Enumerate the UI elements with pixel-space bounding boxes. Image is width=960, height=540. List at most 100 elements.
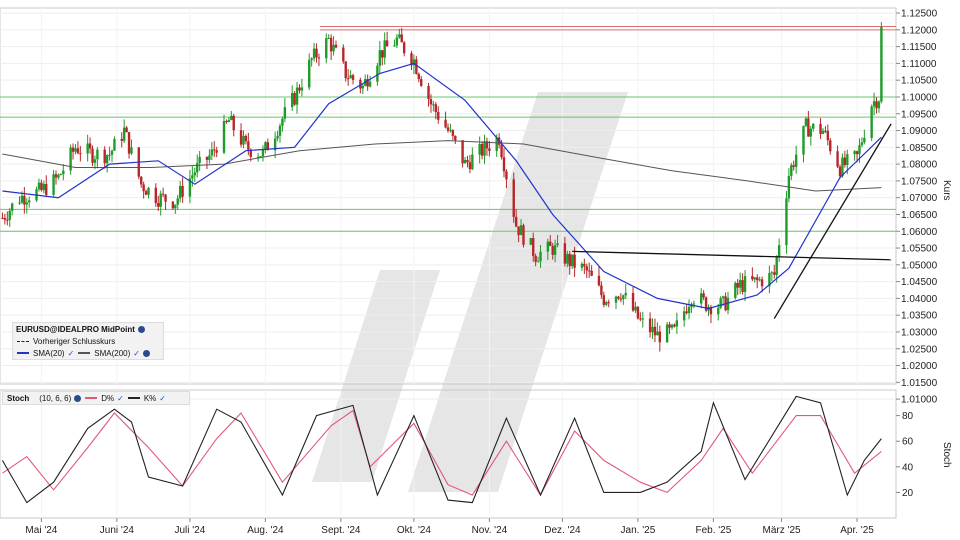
legend-prev-close: Vorheriger Schlusskurs [33, 336, 116, 346]
candle-body [300, 87, 304, 91]
y-tick-label: 1.04500 [901, 277, 938, 288]
trendline [572, 250, 892, 261]
candle-body [278, 125, 282, 136]
x-tick-label: Feb. '25 [695, 525, 731, 536]
candle-body [675, 320, 679, 327]
candle-body [514, 216, 518, 227]
checkmark-icon[interactable]: ✓ [117, 394, 124, 403]
y-tick-label: 1.09500 [901, 109, 938, 120]
candle-body [434, 104, 438, 113]
candle-body [600, 285, 603, 296]
candle-body [875, 101, 878, 109]
candle-body [454, 135, 457, 141]
candle-body [181, 185, 184, 197]
checkmark-icon[interactable]: ✓ [133, 349, 140, 358]
x-tick-label: Dez. '24 [544, 525, 581, 536]
y-tick-label: 1.02000 [901, 361, 938, 372]
candle-body [161, 193, 165, 195]
y-tick-label: 1.06000 [901, 227, 938, 238]
candle-body [327, 37, 330, 39]
candle-body [346, 78, 350, 80]
y-tick-label: 1.01500 [901, 378, 938, 389]
candle-body [96, 149, 99, 160]
candle-body [536, 261, 540, 263]
candle-body [480, 143, 484, 156]
stoch-legend[interactable]: Stoch (10, 6, 6) D% ✓ K% ✓ [2, 391, 190, 405]
candle-body [872, 101, 876, 107]
candle-body [8, 210, 11, 220]
candle-body [702, 293, 705, 298]
candle-body [807, 118, 810, 137]
candle-body [130, 147, 133, 154]
candle-body [383, 40, 386, 58]
candle-body [215, 150, 218, 153]
stoch-tick-label: 80 [902, 411, 914, 422]
candle-body [777, 245, 781, 257]
candle-body [607, 302, 610, 304]
candle-body [566, 254, 569, 264]
trendlines [572, 123, 892, 319]
candle-body [719, 298, 722, 308]
y-tick-label: 1.08500 [901, 143, 938, 154]
price-y-axis-label: Kurs [941, 180, 952, 201]
candle-body [717, 307, 720, 315]
candle-body [349, 75, 352, 79]
candle-body [157, 202, 160, 207]
stoch-tick-label: 40 [902, 462, 914, 473]
candle-body [261, 149, 265, 157]
candle-body [437, 112, 440, 120]
candle-body [819, 123, 822, 134]
candle-body [648, 318, 652, 333]
candle-body [549, 241, 552, 246]
candle-body [171, 201, 175, 209]
eye-icon[interactable] [74, 394, 82, 402]
candle-body [120, 138, 123, 141]
x-tick-label: März '25 [763, 525, 801, 536]
candle-body [74, 148, 77, 152]
candle-body [71, 147, 75, 152]
candle-body [580, 263, 584, 268]
y-tick-label: 1.03500 [901, 311, 938, 322]
candle-body [40, 182, 43, 191]
candle-body [836, 151, 839, 167]
candle-body [546, 241, 550, 252]
candle-body [721, 296, 725, 299]
candle-body [597, 275, 601, 286]
candle-body [1, 217, 4, 219]
y-tick-label: 1.12500 [901, 9, 938, 20]
candle-body [656, 331, 659, 336]
candle-body [792, 165, 795, 167]
y-tick-label: 1.08000 [901, 160, 938, 171]
candle-body [812, 123, 815, 129]
candle-body [809, 128, 812, 137]
date-x-axis: Mai '24 Juni '24 Juli '24 Aug. '24 Sept. '24… [25, 518, 874, 536]
candle-body [315, 48, 318, 58]
candle-body [665, 324, 669, 343]
candle-body [753, 277, 756, 280]
trendline [773, 123, 892, 319]
y-tick-label: 1.11000 [901, 59, 937, 70]
candle-body [512, 179, 515, 217]
candle-body [91, 148, 94, 163]
candle-body [312, 48, 316, 59]
y-tick-label: 1.05000 [901, 260, 938, 271]
checkmark-icon[interactable]: ✓ [68, 349, 75, 358]
checkmark-icon[interactable]: ✓ [159, 394, 166, 403]
candle-body [37, 182, 41, 190]
stoch-legend-d: D% [101, 393, 115, 403]
candle-body [653, 326, 657, 336]
candle-body [325, 38, 328, 59]
candle-body [736, 282, 739, 288]
candle-body [570, 254, 574, 267]
candle-body [290, 93, 294, 108]
candle-body [351, 75, 355, 80]
candle-body [505, 171, 508, 180]
y-tick-label: 1.05500 [901, 244, 938, 255]
candle-body [242, 135, 245, 145]
y-tick-label: 1.02500 [901, 344, 938, 355]
eye-icon[interactable] [137, 325, 145, 333]
candle-body [62, 170, 65, 175]
eye-icon[interactable] [142, 349, 150, 357]
x-tick-label: Okt. '24 [397, 525, 432, 536]
price-legend[interactable]: EURUSD@IDEALPRO MidPoint Vorheriger Schl… [12, 322, 164, 360]
